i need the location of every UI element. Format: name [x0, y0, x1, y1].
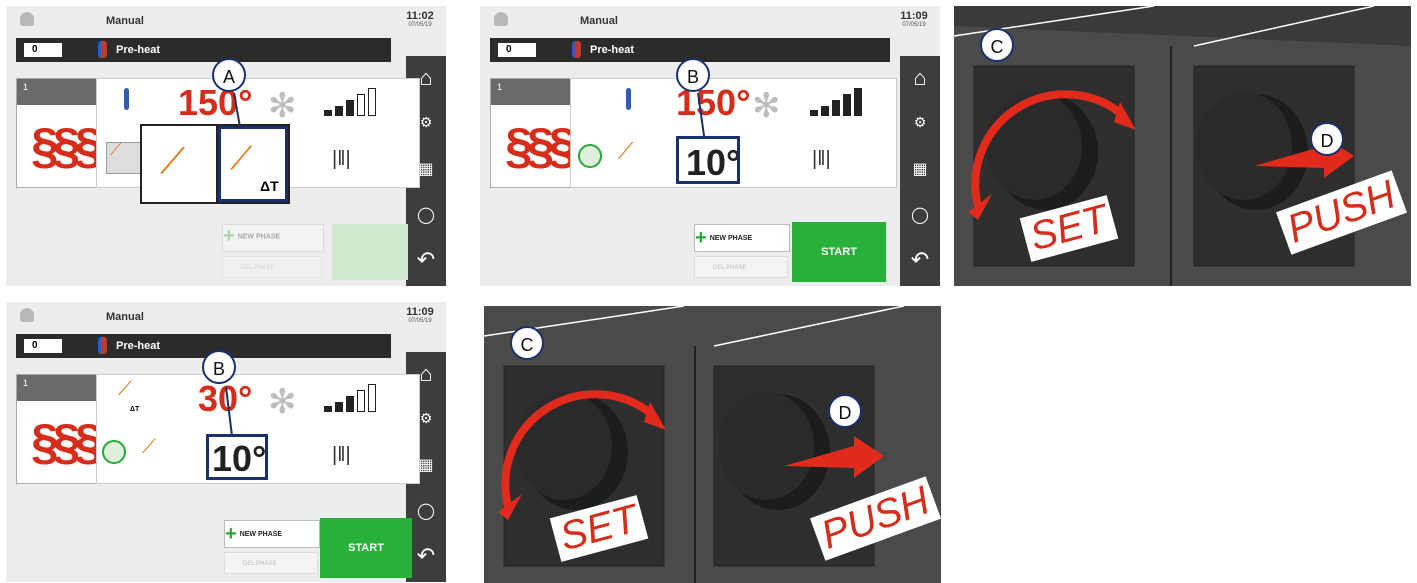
- phase-label: Pre-heat: [590, 44, 635, 56]
- delta-probe-icon: ⟋: [118, 378, 132, 400]
- start-button[interactable]: START: [320, 518, 412, 578]
- fan-speed-bars[interactable]: [324, 382, 404, 412]
- back-icon[interactable]: ↶: [412, 542, 440, 570]
- side-rail: ⌂ ⚙ ▦ ◯ ↶: [900, 56, 940, 286]
- vent-icon[interactable]: |‖|: [332, 444, 351, 467]
- vent-icon[interactable]: |‖|: [332, 148, 351, 171]
- bulb-icon[interactable]: ◯: [906, 202, 934, 230]
- phase-number-field[interactable]: 0: [498, 43, 536, 57]
- fan-speed-bars[interactable]: [324, 86, 404, 116]
- start-button[interactable]: [332, 224, 408, 280]
- phase-index: 1: [17, 375, 97, 401]
- fan-icon[interactable]: ✻: [268, 86, 297, 126]
- thermometer-small-icon: [124, 88, 129, 110]
- new-phase-button[interactable]: + NEW PHASE: [222, 224, 324, 252]
- thermometer-small-icon: [626, 88, 631, 110]
- clock: 11:09 07/05/19: [900, 10, 928, 28]
- delete-phase-button[interactable]: DEL PHASE: [694, 256, 788, 278]
- clock: 11:09 07/05/19: [406, 306, 434, 324]
- callout-d: D: [1310, 122, 1344, 156]
- phase-number-field[interactable]: 0: [24, 339, 62, 353]
- phase-card[interactable]: 1 §§§: [16, 78, 102, 188]
- chef-hat-icon: [20, 308, 34, 322]
- temperature-value[interactable]: 150°: [178, 82, 252, 124]
- fan-speed-bars[interactable]: [810, 86, 890, 116]
- controller-screen-a: Manual 11:02 07/05/19 0 Pre-heat ⌂ ⚙ ▦ ◯ …: [6, 6, 446, 286]
- fan-icon[interactable]: ✻: [752, 86, 781, 126]
- clock: 11:02 07/05/19: [406, 10, 434, 28]
- controller-screen-c: Manual 11:09 07/05/19 0 Pre-heat ⌂ ⚙ ▦ ◯ …: [6, 302, 446, 582]
- new-phase-button[interactable]: + NEW PHASE: [224, 520, 320, 548]
- page-title: Manual: [106, 15, 144, 27]
- phase-bar[interactable]: 0 Pre-heat: [16, 334, 391, 358]
- highlight-delta-probe: [218, 126, 288, 202]
- bulb-icon[interactable]: ◯: [412, 498, 440, 526]
- heat-icon: §§§: [31, 118, 102, 174]
- calendar-icon[interactable]: ▦: [906, 156, 934, 184]
- callout-b: B: [202, 350, 236, 384]
- programs-icon[interactable]: ⚙: [906, 108, 934, 136]
- callout-d: D: [828, 394, 862, 428]
- phase-bar[interactable]: 0 Pre-heat: [16, 38, 391, 62]
- vent-icon[interactable]: |‖|: [812, 148, 831, 171]
- controller-screen-b: Manual 11:09 07/05/19 0 Pre-heat ⌂ ⚙ ▦ ◯ …: [480, 6, 940, 286]
- new-phase-button[interactable]: + NEW PHASE: [694, 224, 790, 252]
- heat-icon: §§§: [31, 414, 102, 470]
- phase-label: Pre-heat: [116, 44, 161, 56]
- delete-phase-button[interactable]: DEL PHASE: [224, 552, 318, 574]
- page-title: Manual: [580, 15, 618, 27]
- temperature-value[interactable]: 30°: [198, 378, 252, 420]
- knob-illustration-bottom: SET PUSH C D: [484, 306, 941, 583]
- home-icon[interactable]: ⌂: [906, 64, 934, 92]
- delta-t-label: ΔT: [130, 406, 140, 413]
- top-bar: Manual: [480, 6, 900, 36]
- delete-phase-button[interactable]: DEL PHASE: [222, 256, 322, 278]
- highlight-delta-value: [206, 434, 268, 480]
- callout-c: C: [510, 326, 544, 360]
- probe-icon-small: ⟋: [110, 142, 122, 159]
- top-bar: Manual: [6, 6, 406, 36]
- timer-icon[interactable]: [102, 440, 126, 464]
- back-icon[interactable]: ↶: [412, 246, 440, 274]
- heat-icon: §§§: [505, 118, 576, 174]
- top-bar: Manual: [6, 302, 406, 332]
- phase-index: 1: [17, 79, 97, 105]
- fan-icon[interactable]: ✻: [268, 382, 297, 422]
- phase-index: 1: [491, 79, 571, 105]
- thermometer-icon: [98, 337, 107, 354]
- core-probe-icon[interactable]: ⟋: [160, 140, 185, 183]
- knob-illustration-top: SET PUSH C D: [954, 6, 1411, 286]
- chef-hat-icon: [494, 12, 508, 26]
- callout-a: A: [212, 58, 246, 92]
- callout-c: C: [980, 28, 1014, 62]
- phase-label: Pre-heat: [116, 340, 161, 352]
- probe-icon[interactable]: ⟋: [142, 436, 156, 459]
- start-button[interactable]: START: [792, 222, 886, 282]
- chef-hat-icon: [20, 12, 34, 26]
- phase-card[interactable]: 1 §§§: [16, 374, 102, 484]
- bulb-icon[interactable]: ◯: [412, 202, 440, 230]
- phase-card[interactable]: 1 §§§: [490, 78, 576, 188]
- phase-number-field[interactable]: 0: [24, 43, 62, 57]
- back-icon[interactable]: ↶: [906, 246, 934, 274]
- highlight-delta-value: [676, 136, 740, 184]
- timer-icon[interactable]: [578, 144, 602, 168]
- thermometer-icon: [98, 41, 107, 58]
- thermometer-icon: [572, 41, 581, 58]
- probe-icon[interactable]: ⟋: [618, 138, 633, 164]
- callout-b: B: [676, 58, 710, 92]
- page-title: Manual: [106, 311, 144, 323]
